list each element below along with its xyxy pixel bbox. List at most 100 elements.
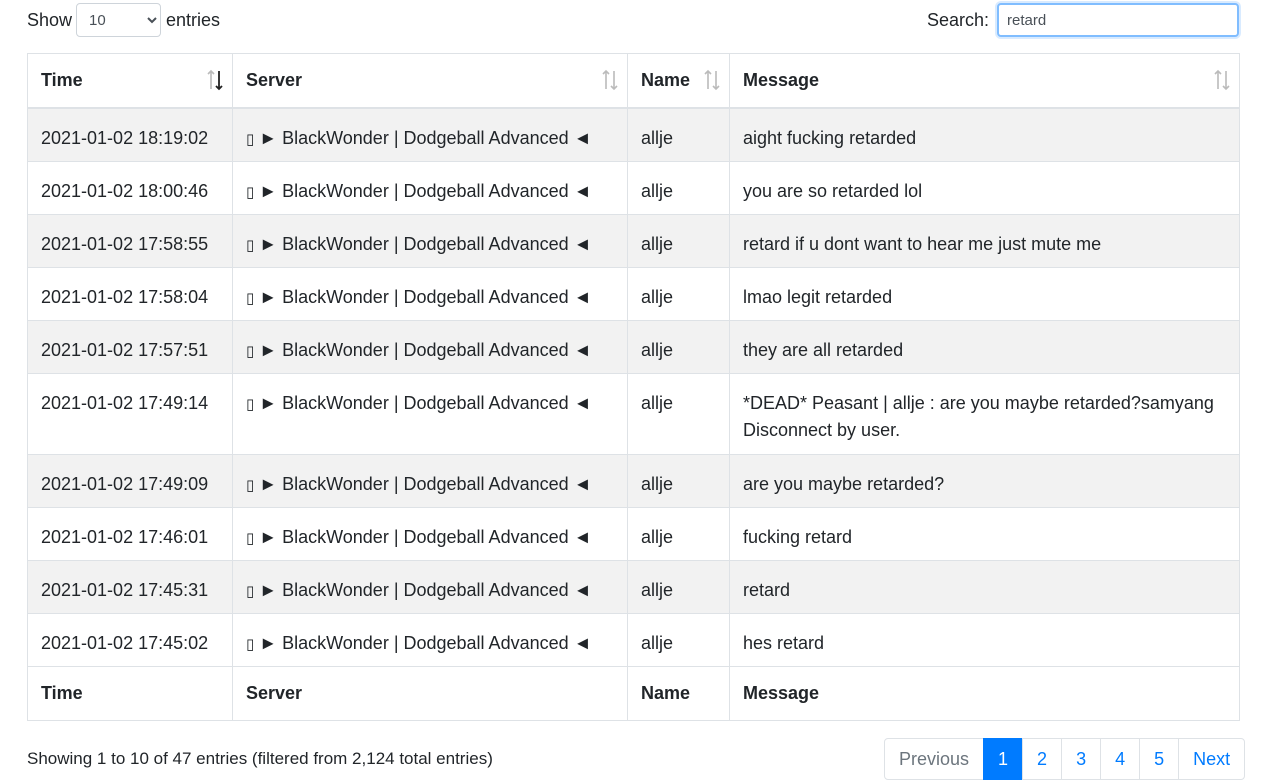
entries-label: entries: [166, 9, 221, 30]
server-name: ► BlackWonder | Dodgeball Advanced ◄: [259, 392, 592, 413]
server-cell: ▯ ► BlackWonder | Dodgeball Advanced ◄: [232, 453, 628, 508]
pagination: Previous 1 2 3 4 5 Next: [884, 738, 1246, 780]
name-cell: allje: [627, 612, 730, 667]
server-cell: ▯ ► BlackWonder | Dodgeball Advanced ◄: [232, 372, 628, 455]
server-cell: ▯ ► BlackWonder | Dodgeball Advanced ◄: [232, 319, 628, 374]
table-row: 2021-01-02 17:57:51 ▯ ► BlackWonder | Do…: [27, 319, 1240, 374]
server-name: ► BlackWonder | Dodgeball Advanced ◄: [259, 180, 592, 201]
entries-per-page-select[interactable]: 10: [76, 3, 162, 37]
time-cell: 2021-01-02 17:58:55: [27, 213, 233, 268]
time-cell: 2021-01-02 17:49:09: [27, 453, 233, 508]
server-flag-icon: ▯: [246, 183, 255, 201]
pagination-page-4[interactable]: 4: [1100, 738, 1141, 780]
table-row: 2021-01-02 17:45:31 ▯ ► BlackWonder | Do…: [27, 559, 1240, 614]
name-cell: allje: [627, 160, 730, 215]
message-cell: hes retard: [729, 612, 1240, 667]
search-input[interactable]: [997, 3, 1239, 37]
server-cell: ▯ ► BlackWonder | Dodgeball Advanced ◄: [232, 612, 628, 667]
message-cell: *DEAD* Peasant | allje : are you maybe r…: [729, 372, 1240, 455]
server-flag-icon: ▯: [246, 289, 255, 307]
column-header-time[interactable]: Time: [27, 53, 233, 109]
table-row: 2021-01-02 17:49:14 ▯ ► BlackWonder | Do…: [27, 372, 1240, 455]
footer-header-server: Server: [232, 665, 628, 721]
table-body: 2021-01-02 18:19:02 ▯ ► BlackWonder | Do…: [27, 107, 1240, 667]
server-cell: ▯ ► BlackWonder | Dodgeball Advanced ◄: [232, 506, 628, 561]
server-cell: ▯ ► BlackWonder | Dodgeball Advanced ◄: [232, 107, 628, 162]
show-label: Show: [27, 9, 73, 30]
server-cell: ▯ ► BlackWonder | Dodgeball Advanced ◄: [232, 160, 628, 215]
server-flag-icon: ▯: [246, 236, 255, 254]
name-cell: allje: [627, 453, 730, 508]
pagination-previous-button[interactable]: Previous: [884, 738, 985, 780]
time-cell: 2021-01-02 17:49:14: [27, 372, 233, 455]
footer-header-message: Message: [729, 665, 1240, 721]
search-label: Search:: [926, 9, 989, 30]
pagination-page-2[interactable]: 2: [1022, 738, 1063, 780]
table-row: 2021-01-02 17:49:09 ▯ ► BlackWonder | Do…: [27, 453, 1240, 508]
time-cell: 2021-01-02 18:00:46: [27, 160, 233, 215]
message-cell: retard: [729, 559, 1240, 614]
column-header-message[interactable]: Message: [729, 53, 1240, 109]
name-cell: allje: [627, 506, 730, 561]
footer-header-name: Name: [627, 665, 730, 721]
server-name: ► BlackWonder | Dodgeball Advanced ◄: [259, 339, 592, 360]
server-flag-icon: ▯: [246, 529, 255, 547]
table-row: 2021-01-02 17:58:04 ▯ ► BlackWonder | Do…: [27, 266, 1240, 321]
server-flag-icon: ▯: [246, 635, 255, 653]
server-cell: ▯ ► BlackWonder | Dodgeball Advanced ◄: [232, 213, 628, 268]
name-cell: allje: [627, 372, 730, 455]
sort-desc-icon: [207, 69, 223, 91]
server-name: ► BlackWonder | Dodgeball Advanced ◄: [259, 128, 592, 148]
column-header-label: Message: [743, 70, 820, 90]
server-cell: ▯ ► BlackWonder | Dodgeball Advanced ◄: [232, 559, 628, 614]
server-name: ► BlackWonder | Dodgeball Advanced ◄: [259, 632, 592, 653]
pagination-page-3[interactable]: 3: [1061, 738, 1102, 780]
search-control: Search:: [927, 3, 1239, 37]
table-row: 2021-01-02 17:58:55 ▯ ► BlackWonder | Do…: [27, 213, 1240, 268]
server-name: ► BlackWonder | Dodgeball Advanced ◄: [259, 286, 592, 307]
message-cell: they are all retarded: [729, 319, 1240, 374]
server-name: ► BlackWonder | Dodgeball Advanced ◄: [259, 473, 592, 494]
pagination-next-button[interactable]: Next: [1178, 738, 1246, 780]
time-cell: 2021-01-02 17:45:02: [27, 612, 233, 667]
table-row: 2021-01-02 17:45:02 ▯ ► BlackWonder | Do…: [27, 612, 1240, 667]
server-flag-icon: ▯: [246, 582, 255, 600]
length-control: Show 10 entries: [27, 3, 220, 37]
name-cell: allje: [627, 559, 730, 614]
time-cell: 2021-01-02 17:58:04: [27, 266, 233, 321]
server-flag-icon: ▯: [246, 342, 255, 360]
table-row: 2021-01-02 18:00:46 ▯ ► BlackWonder | Do…: [27, 160, 1240, 215]
message-cell: lmao legit retarded: [729, 266, 1240, 321]
table-row: 2021-01-02 18:19:02 ▯ ► BlackWonder | Do…: [27, 107, 1240, 162]
server-flag-icon: ▯: [246, 476, 255, 494]
column-header-label: Time: [41, 70, 83, 90]
message-cell: aight fucking retarded: [729, 107, 1240, 162]
message-cell: you are so retarded lol: [729, 160, 1240, 215]
pagination-page-5[interactable]: 5: [1139, 738, 1180, 780]
message-cell: retard if u dont want to hear me just mu…: [729, 213, 1240, 268]
pagination-page-1[interactable]: 1: [983, 738, 1024, 780]
column-header-name[interactable]: Name: [627, 53, 730, 109]
column-header-label: Server: [246, 70, 303, 90]
time-cell: 2021-01-02 17:45:31: [27, 559, 233, 614]
name-cell: allje: [627, 213, 730, 268]
server-name: ► BlackWonder | Dodgeball Advanced ◄: [259, 233, 592, 254]
column-header-server[interactable]: Server: [232, 53, 628, 109]
name-cell: allje: [627, 266, 730, 321]
message-cell: fucking retard: [729, 506, 1240, 561]
time-cell: 2021-01-02 17:57:51: [27, 319, 233, 374]
server-name: ► BlackWonder | Dodgeball Advanced ◄: [259, 526, 592, 547]
column-header-label: Name: [641, 70, 691, 90]
table-header-row: Time Server Name Message: [27, 53, 1240, 109]
sort-arrows-icon: [602, 69, 618, 91]
time-cell: 2021-01-02 18:19:02: [27, 107, 233, 162]
sort-arrows-icon: [1214, 69, 1230, 91]
server-cell: ▯ ► BlackWonder | Dodgeball Advanced ◄: [232, 266, 628, 321]
message-cell: are you maybe retarded?: [729, 453, 1240, 508]
datatable-page: Show 10 entries Search: Time Server Name…: [0, 0, 1262, 780]
server-flag-icon: ▯: [246, 395, 255, 413]
time-cell: 2021-01-02 17:46:01: [27, 506, 233, 561]
server-flag-icon: ▯: [246, 131, 255, 148]
table-row: 2021-01-02 17:46:01 ▯ ► BlackWonder | Do…: [27, 506, 1240, 561]
table-footer-row: Time Server Name Message: [27, 665, 1240, 721]
